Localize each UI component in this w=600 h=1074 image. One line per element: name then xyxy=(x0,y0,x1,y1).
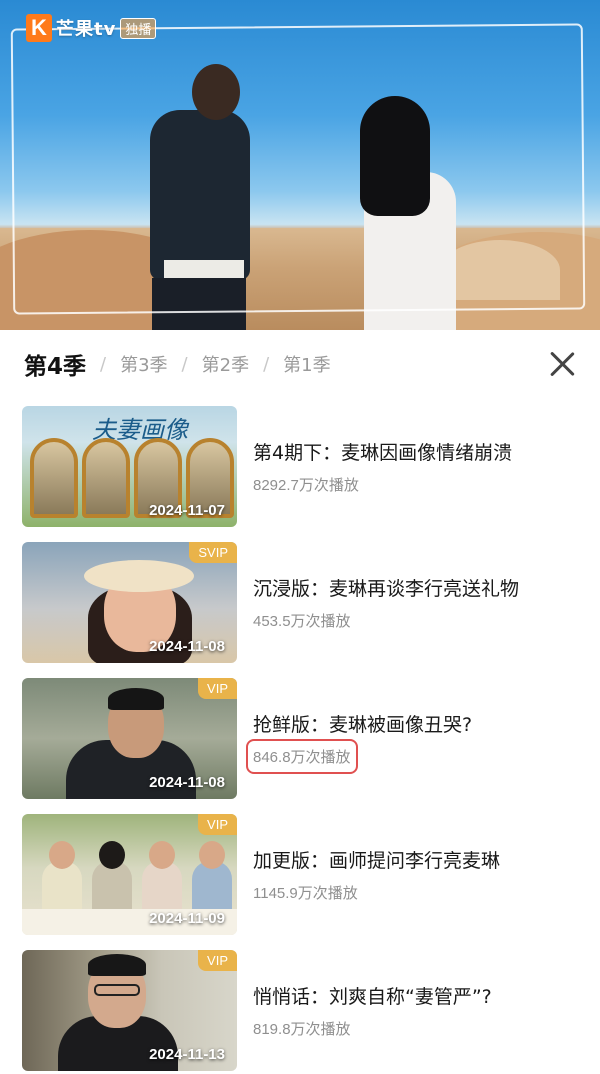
view-count: 819.8万次播放 xyxy=(253,1021,351,1038)
brand-name: 芒果tv xyxy=(56,19,117,40)
tab-season-3[interactable]: 第3季 xyxy=(120,351,167,377)
list-item[interactable]: VIP 2024-11-09 加更版：画师提问李行亮麦琳 1145.9万次播放 xyxy=(0,814,600,938)
view-count: 8292.7万次播放 xyxy=(253,477,359,494)
episode-title[interactable]: 加更版：画师提问李行亮麦琳 xyxy=(253,846,500,873)
episode-date: 2024-11-08 xyxy=(149,638,225,655)
brand-watermark: K 芒果tv 独播 xyxy=(26,14,157,42)
close-icon[interactable] xyxy=(548,350,576,378)
episode-date: 2024-11-07 xyxy=(149,502,225,519)
episode-thumbnail[interactable]: SVIP 2024-11-08 xyxy=(22,542,237,663)
vip-badge: VIP xyxy=(198,814,237,835)
episode-date: 2024-11-09 xyxy=(149,910,225,927)
list-item[interactable]: VIP 2024-11-13 悄悄话：刘爽自称“妻管严”? 819.8万次播放 xyxy=(0,950,600,1074)
episode-title[interactable]: 抢鲜版：麦琳被画像丑哭? xyxy=(253,710,472,737)
tab-separator: / xyxy=(263,353,270,375)
tab-season-4[interactable]: 第4季 xyxy=(24,347,86,381)
video-player[interactable]: K 芒果tv 独播 xyxy=(0,0,600,330)
episode-title[interactable]: 第4期下：麦琳因画像情绪崩溃 xyxy=(253,438,512,465)
vip-badge: VIP xyxy=(198,950,237,971)
episode-title[interactable]: 悄悄话：刘爽自称“妻管严”? xyxy=(253,982,492,1009)
tab-separator: / xyxy=(100,353,107,375)
episode-thumbnail[interactable]: VIP 2024-11-08 xyxy=(22,678,237,799)
episode-thumbnail[interactable]: 夫妻画像 2024-11-07 xyxy=(22,406,237,527)
list-item[interactable]: SVIP 2024-11-08 沉浸版：麦琳再谈李行亮送礼物 453.5万次播放 xyxy=(0,542,600,666)
brand-tag: 独播 xyxy=(120,17,157,39)
decorative-frame xyxy=(10,23,586,315)
episode-title[interactable]: 沉浸版：麦琳再谈李行亮送礼物 xyxy=(253,574,519,601)
list-item[interactable]: 夫妻画像 2024-11-07 第4期下：麦琳因画像情绪崩溃 8292.7万次播… xyxy=(0,406,600,530)
episode-thumbnail[interactable]: VIP 2024-11-09 xyxy=(22,814,237,935)
view-count-highlighted: 846.8万次播放 xyxy=(246,739,358,774)
view-count: 453.5万次播放 xyxy=(253,613,351,630)
list-item[interactable]: VIP 2024-11-08 抢鲜版：麦琳被画像丑哭? 846.8万次播放 xyxy=(0,678,600,802)
episode-thumbnail[interactable]: VIP 2024-11-13 xyxy=(22,950,237,1071)
svip-badge: SVIP xyxy=(189,542,237,563)
vip-badge: VIP xyxy=(198,678,237,699)
view-count: 1145.9万次播放 xyxy=(253,885,358,902)
episode-date: 2024-11-13 xyxy=(149,1046,225,1063)
tab-separator: / xyxy=(181,353,188,375)
episode-date: 2024-11-08 xyxy=(149,774,225,791)
mango-logo-icon: K xyxy=(26,14,52,42)
season-tabs: 第4季 / 第3季 / 第2季 / 第1季 xyxy=(0,330,600,398)
tab-season-1[interactable]: 第1季 xyxy=(283,351,330,377)
tab-season-2[interactable]: 第2季 xyxy=(202,351,249,377)
